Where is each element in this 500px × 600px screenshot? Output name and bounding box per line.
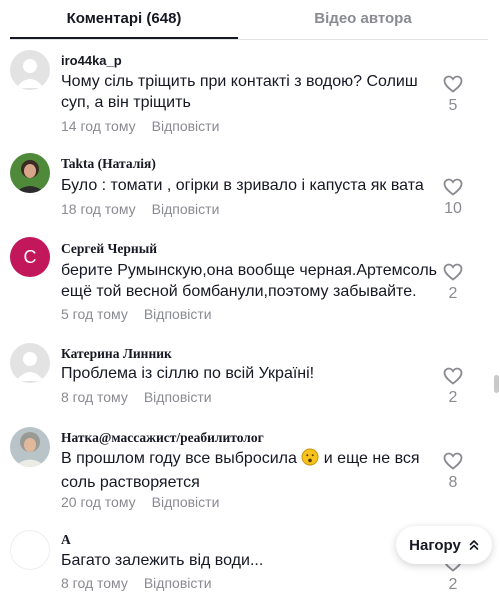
tabs-divider [10,39,488,40]
comment-meta: 18 год тому Відповісти [61,201,219,217]
comment-text: Багато залежить від води... [61,552,264,569]
comment-text: Чому сіль тріщить при контакті з водою? … [61,73,418,111]
reply-button[interactable]: Відповісти [152,201,220,217]
comment-username[interactable]: А [61,532,71,548]
comment-text: берите Румынскую,она вообще черная.Артем… [61,262,437,300]
heart-icon [443,178,463,196]
comment-meta: 5 год тому Відповісти [61,306,212,322]
like-count: 2 [448,576,458,593]
tab-bar: Коментарі (648) Відео автора [0,0,500,40]
default-avatar-icon[interactable] [10,50,50,90]
blank-avatar[interactable] [10,530,50,570]
like-button[interactable]: 2 [438,367,468,407]
comment-time: 14 год тому [61,118,136,134]
reply-button[interactable]: Відповісти [144,575,212,591]
comment-time: 20 год тому [61,494,136,510]
comment-text-part: В прошлом году все выбросила [61,450,297,467]
reply-button[interactable]: Відповісти [144,389,212,405]
heart-icon [443,263,463,281]
like-count: 10 [444,200,462,217]
comment-username[interactable]: Натка@массажист/реабилитолог [61,430,264,446]
comment-username[interactable]: Катерина Линник [61,346,172,362]
comment-username[interactable]: Takta (Наталія) [61,156,156,172]
like-button[interactable]: 8 [438,452,468,492]
double-chevron-up-icon [469,540,479,550]
comment-meta: 14 год тому Відповісти [61,118,219,134]
frowning-face-emoji-icon [301,448,319,472]
like-button[interactable]: 5 [438,75,468,115]
back-to-top-label: Нагору [409,536,461,554]
comment-username[interactable]: iro44ka_p [61,53,122,68]
tab-comments[interactable]: Коментарі (648) [10,10,238,27]
comment-time: 18 год тому [61,201,136,217]
reply-button[interactable]: Відповісти [152,118,220,134]
letter-avatar[interactable]: С [10,237,50,277]
comment-text: В прошлом году все выбросила и еще не вс… [61,448,441,493]
comment-time: 8 год тому [61,389,128,405]
default-avatar-icon[interactable] [10,343,50,383]
like-count: 2 [448,285,458,302]
comment-text: Проблема із сіллю по всій Україні! [61,365,315,382]
back-to-top-button[interactable]: Нагору [396,526,492,564]
heart-icon [443,452,463,470]
heart-icon [443,75,463,93]
user-photo-avatar[interactable] [10,153,50,193]
reply-button[interactable]: Відповісти [144,306,212,322]
reply-button[interactable]: Відповісти [152,494,220,510]
like-count: 2 [448,389,458,406]
user-photo-avatar[interactable] [10,427,50,467]
comment-time: 5 год тому [61,306,128,322]
comment-username[interactable]: Сергей Черный [61,241,157,257]
comment-meta: 8 год тому Відповісти [61,575,212,591]
scrollbar-thumb[interactable] [494,375,499,393]
comment-text: Було : томати , огірки в зривало і капус… [61,177,424,194]
like-count: 5 [448,97,458,114]
comment-meta: 20 год тому Відповісти [61,494,219,510]
like-button[interactable]: 2 [438,263,468,303]
avatar-letter: С [23,246,37,267]
heart-icon [443,367,463,385]
like-button[interactable]: 10 [438,178,468,218]
like-count: 8 [448,474,458,491]
comment-meta: 8 год тому Відповісти [61,389,212,405]
comment-time: 8 год тому [61,575,128,591]
tab-author-videos[interactable]: Відео автора [238,10,488,27]
